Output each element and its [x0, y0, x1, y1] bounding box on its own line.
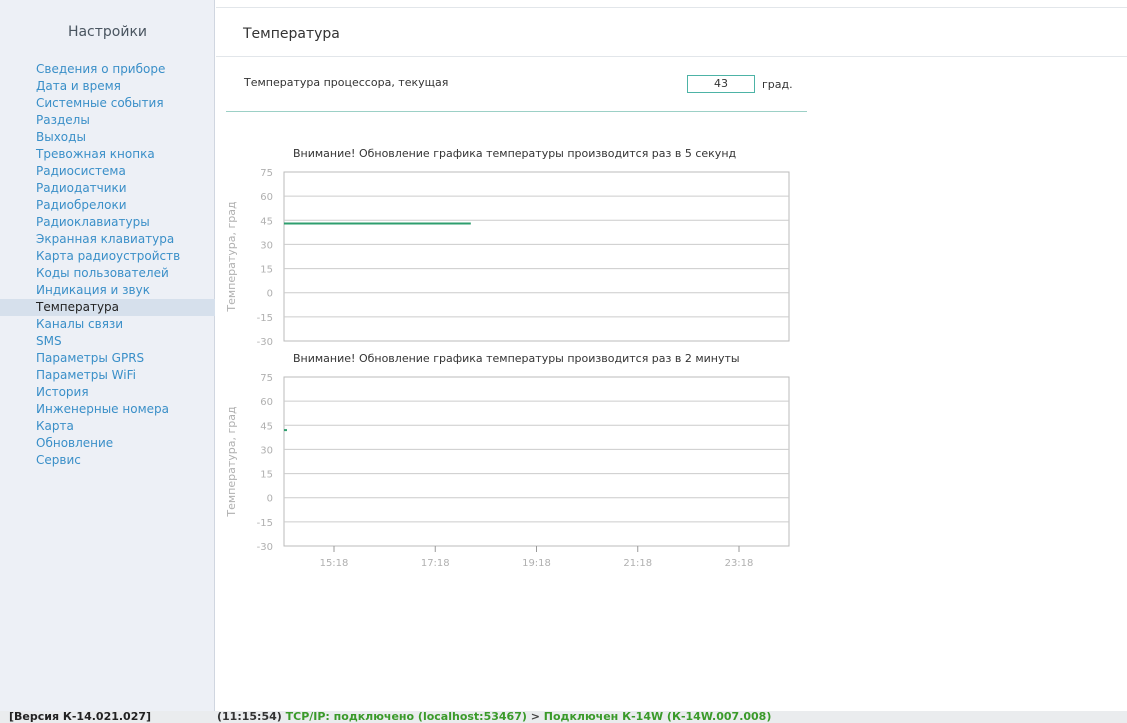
- sidebar-item[interactable]: Сведения о приборе: [0, 61, 215, 78]
- sidebar-item[interactable]: Каналы связи: [0, 316, 215, 333]
- sidebar-item[interactable]: Тревожная кнопка: [0, 146, 215, 163]
- sidebar-item[interactable]: SMS: [0, 333, 215, 350]
- sidebar-item[interactable]: Выходы: [0, 129, 215, 146]
- temperature-chart-5s: Внимание! Обновление графика температуры…: [216, 140, 836, 360]
- x-tick-label: 23:18: [725, 558, 754, 569]
- main-content: Температура Температура процессора, теку…: [216, 0, 1127, 711]
- sidebar-item[interactable]: Радиобрелоки: [0, 197, 215, 214]
- sidebar-title: Настройки: [67, 24, 148, 40]
- device-status: Подключен К-14W (К-14W.007.008): [543, 711, 772, 723]
- y-tick-label: 60: [260, 397, 273, 408]
- cpu-temperature-label: Температура процессора, текущая: [244, 76, 449, 89]
- status-time: (11:15:54): [217, 711, 282, 723]
- sidebar-item[interactable]: Инженерные номера: [0, 401, 215, 418]
- x-tick-label: 19:18: [522, 558, 551, 569]
- chart-svg: 75604530150-15-30Температура, град: [225, 168, 790, 348]
- sidebar-item[interactable]: Разделы: [0, 112, 215, 129]
- x-tick-label: 21:18: [623, 558, 652, 569]
- sidebar-item[interactable]: Коды пользователей: [0, 265, 215, 282]
- sidebar-item[interactable]: Экранная клавиатура: [0, 231, 215, 248]
- status-arrow: >: [530, 711, 540, 723]
- y-tick-label: 15: [260, 470, 273, 481]
- x-tick-label: 15:18: [320, 558, 349, 569]
- sidebar-item[interactable]: Радиосистема: [0, 163, 215, 180]
- y-tick-label: 30: [260, 445, 273, 456]
- page-title: Температура: [243, 26, 340, 42]
- sidebar-item[interactable]: Дата и время: [0, 78, 215, 95]
- y-tick-label: 0: [267, 494, 273, 505]
- sidebar-item[interactable]: История: [0, 384, 215, 401]
- version-label: [Версия К-14.021.027]: [9, 711, 152, 723]
- y-tick-label: -30: [257, 542, 273, 553]
- y-tick-label: 15: [260, 265, 273, 276]
- plot-frame: [283, 376, 790, 547]
- y-tick-label: 45: [260, 421, 273, 432]
- sidebar-item[interactable]: Радиодатчики: [0, 180, 215, 197]
- cpu-temperature-value: 43: [687, 75, 755, 93]
- sidebar: Настройки Сведения о приборе Дата и время…: [0, 0, 215, 711]
- sidebar-item[interactable]: Параметры WiFi: [0, 367, 215, 384]
- y-tick-label: 0: [267, 289, 273, 300]
- page-header: Температура: [216, 7, 1127, 57]
- sidebar-item[interactable]: Температура: [0, 299, 215, 316]
- sidebar-item[interactable]: Карта: [0, 418, 215, 435]
- sidebar-item[interactable]: Радиоклавиатуры: [0, 214, 215, 231]
- sidebar-item[interactable]: Обновление: [0, 435, 215, 452]
- y-tick-label: -15: [257, 313, 273, 324]
- sidebar-item[interactable]: Индикация и звук: [0, 282, 215, 299]
- connection-status: (11:15:54) TCP/IP: подключено (localhost…: [217, 711, 771, 723]
- sidebar-menu: Сведения о приборе Дата и время Системные …: [0, 61, 215, 469]
- chart-svg: 75 60 45 30 15 0 -15 -30 Температура, град 15:18 1…: [225, 373, 790, 569]
- sidebar-item[interactable]: Системные события: [0, 95, 215, 112]
- temperature-chart-2m: Внимание! Обновление графика температуры…: [216, 345, 836, 569]
- y-tick-label: 30: [260, 240, 273, 251]
- plot-frame: [283, 171, 790, 342]
- y-tick-label: 75: [260, 373, 273, 384]
- tcp-status: TCP/IP: подключено (localhost:53467): [285, 711, 527, 723]
- y-tick-label: 75: [260, 168, 273, 179]
- x-tick-label: 17:18: [421, 558, 450, 569]
- sidebar-item[interactable]: Карта радиоустройств: [0, 248, 215, 265]
- cpu-temperature-unit: град.: [762, 78, 793, 91]
- y-tick-label: -15: [257, 518, 273, 529]
- y-tick-label: 45: [260, 216, 273, 227]
- y-tick-label: 60: [260, 192, 273, 203]
- separator: [226, 111, 807, 112]
- sidebar-item[interactable]: Параметры GPRS: [0, 350, 215, 367]
- sidebar-item[interactable]: Сервис: [0, 452, 215, 469]
- y-axis-label: Температура, град: [225, 406, 238, 518]
- status-bar: [Версия К-14.021.027] (11:15:54) TCP/IP:…: [0, 711, 1127, 723]
- y-axis-label: Температура, град: [225, 201, 238, 313]
